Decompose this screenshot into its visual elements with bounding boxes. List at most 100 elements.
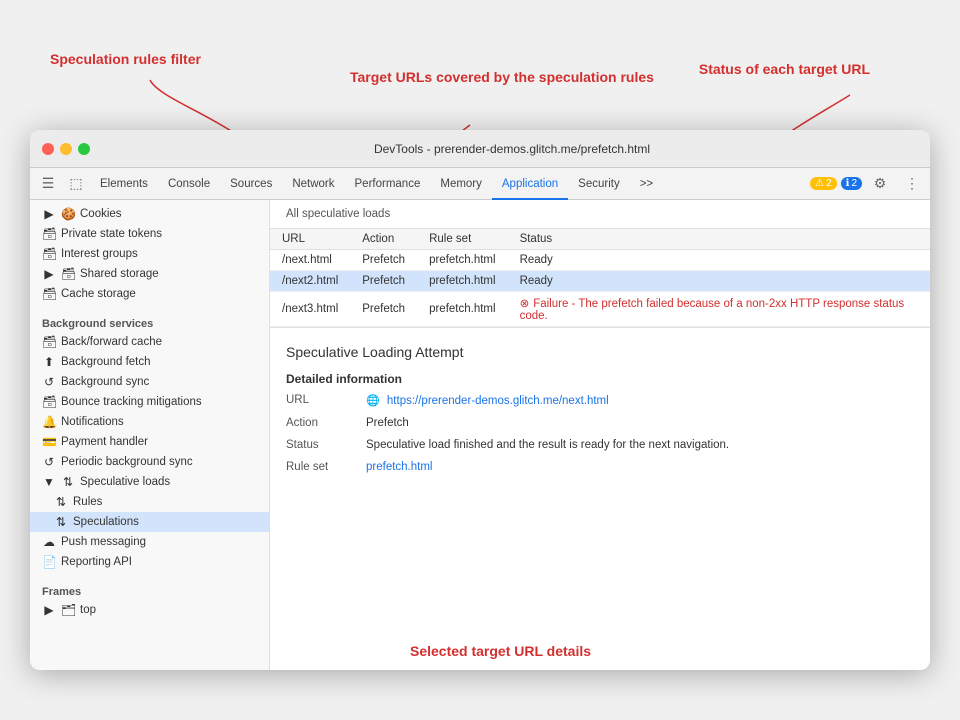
sidebar-cache-storage-label: Cache storage — [61, 288, 136, 300]
sidebar-item-back-forward-cache[interactable]: 🗃 Back/forward cache — [30, 332, 269, 352]
col-status: Status — [508, 229, 930, 250]
detail-title: Speculative Loading Attempt — [286, 344, 914, 360]
speculative-loads-icon: ⇅ — [61, 475, 75, 489]
detail-ruleset-value: prefetch.html — [366, 461, 914, 473]
sidebar-top-frame-label: top — [80, 604, 96, 616]
tab-console[interactable]: Console — [158, 168, 220, 200]
detail-status-value: Speculative load finished and the result… — [366, 439, 914, 451]
speculations-icon: ⇅ — [54, 515, 68, 529]
cell-status: Ready — [508, 250, 930, 271]
cell-status: Ready — [508, 271, 930, 292]
sidebar-item-interest-groups[interactable]: 🗃 Interest groups — [30, 244, 269, 264]
sidebar-item-speculative-loads[interactable]: ▼ ⇅ Speculative loads — [30, 472, 269, 492]
main-panel: All speculative loads URL Action Rule se… — [270, 200, 930, 670]
sidebar-item-payment-handler[interactable]: 💳 Payment handler — [30, 432, 269, 452]
notifications-icon: 🔔 — [42, 415, 56, 429]
sidebar-item-reporting-api[interactable]: 📄 Reporting API — [30, 552, 269, 572]
detail-ruleset-row: Rule set prefetch.html — [286, 461, 914, 473]
sidebar-item-cookies[interactable]: ▶ 🍪 Cookies — [30, 204, 269, 224]
top-frame-icon: 🗂 — [61, 603, 75, 617]
detail-url-label: URL — [286, 394, 366, 406]
storage-section: ▶ 🍪 Cookies 🗃 Private state tokens 🗃 Int… — [30, 200, 269, 308]
sidebar-item-notifications[interactable]: 🔔 Notifications — [30, 412, 269, 432]
sidebar-item-bounce-tracking[interactable]: 🗃 Bounce tracking mitigations — [30, 392, 269, 412]
sidebar-item-top-frame[interactable]: ▶ 🗂 top — [30, 600, 269, 620]
traffic-lights — [42, 143, 90, 155]
table-row[interactable]: /next.htmlPrefetchprefetch.htmlReady — [270, 250, 930, 271]
background-services-section: Background services 🗃 Back/forward cache… — [30, 308, 269, 576]
sidebar-cookies-label: Cookies — [80, 208, 122, 220]
speculative-loads-table: URL Action Rule set Status /next.htmlPre… — [270, 229, 930, 327]
minimize-button[interactable] — [60, 143, 72, 155]
tab-more[interactable]: >> — [630, 168, 663, 200]
sidebar-item-speculations[interactable]: ⇅ Speculations — [30, 512, 269, 532]
globe-icon: 🌐 — [366, 395, 380, 407]
sidebar-interest-groups-label: Interest groups — [61, 248, 138, 260]
sidebar-item-background-sync[interactable]: ↺ Background sync — [30, 372, 269, 392]
tab-security[interactable]: Security — [568, 168, 630, 200]
sidebar-rules-label: Rules — [73, 496, 102, 508]
sidebar: ▶ 🍪 Cookies 🗃 Private state tokens 🗃 Int… — [30, 200, 270, 670]
annotation-status: Status of each target URL — [699, 60, 870, 78]
cell-action: Prefetch — [350, 271, 417, 292]
sidebar-private-state-label: Private state tokens — [61, 228, 162, 240]
table-header-row: URL Action Rule set Status — [270, 229, 930, 250]
interest-groups-icon: 🗃 — [42, 247, 56, 261]
sidebar-item-private-state-tokens[interactable]: 🗃 Private state tokens — [30, 224, 269, 244]
window-title: DevTools - prerender-demos.glitch.me/pre… — [106, 142, 918, 156]
sidebar-item-background-fetch[interactable]: ⬆ Background fetch — [30, 352, 269, 372]
sidebar-shared-storage-label: Shared storage — [80, 268, 159, 280]
settings-icon[interactable]: ⚙ — [866, 170, 894, 198]
browser-window: DevTools - prerender-demos.glitch.me/pre… — [30, 130, 930, 670]
more-options-icon[interactable]: ⋮ — [898, 170, 926, 198]
sidebar-item-shared-storage[interactable]: ▶ 🗃 Shared storage — [30, 264, 269, 284]
sidebar-item-push-messaging[interactable]: ☁ Push messaging — [30, 532, 269, 552]
top-frame-expand-icon: ▶ — [42, 603, 56, 617]
annotation-speculation-rules: Speculation rules filter — [50, 50, 201, 68]
tab-network[interactable]: Network — [282, 168, 344, 200]
tab-elements[interactable]: Elements — [90, 168, 158, 200]
tab-performance[interactable]: Performance — [345, 168, 431, 200]
col-action: Action — [350, 229, 417, 250]
sidebar-item-rules[interactable]: ⇅ Rules — [30, 492, 269, 512]
shared-storage-icon: 🗃 — [61, 267, 75, 281]
detail-ruleset-label: Rule set — [286, 461, 366, 473]
detail-ruleset-link[interactable]: prefetch.html — [366, 461, 432, 473]
background-fetch-icon: ⬆ — [42, 355, 56, 369]
shared-storage-expand-icon: ▶ — [42, 267, 56, 281]
sidebar-bounce-tracking-label: Bounce tracking mitigations — [61, 396, 202, 408]
col-url: URL — [270, 229, 350, 250]
outer-wrapper: Speculation rules filter Target URLs cov… — [30, 50, 930, 670]
payment-handler-icon: 💳 — [42, 435, 56, 449]
speculative-loads-expand-icon: ▼ — [42, 475, 56, 489]
bounce-tracking-icon: 🗃 — [42, 395, 56, 409]
cell-ruleset: prefetch.html — [417, 292, 507, 327]
cell-action: Prefetch — [350, 292, 417, 327]
maximize-button[interactable] — [78, 143, 90, 155]
sidebar-item-periodic-background-sync[interactable]: ↺ Periodic background sync — [30, 452, 269, 472]
info-badge: ℹ 2 — [841, 177, 862, 190]
cell-ruleset: prefetch.html — [417, 271, 507, 292]
cell-status: ⊗Failure - The prefetch failed because o… — [508, 292, 930, 327]
detail-action-label: Action — [286, 417, 366, 429]
devtools-inspect-icon[interactable]: ⬚ — [62, 170, 90, 198]
tab-memory[interactable]: Memory — [430, 168, 492, 200]
tab-sources[interactable]: Sources — [220, 168, 282, 200]
push-messaging-icon: ☁ — [42, 535, 56, 549]
arrow-right-icon: ▶ — [42, 207, 56, 221]
table-row[interactable]: /next2.htmlPrefetchprefetch.htmlReady — [270, 271, 930, 292]
frames-header: Frames — [30, 580, 269, 600]
detail-action-value: Prefetch — [366, 417, 914, 429]
table-row[interactable]: /next3.htmlPrefetchprefetch.html⊗Failure… — [270, 292, 930, 327]
detail-url-link[interactable]: https://prerender-demos.glitch.me/next.h… — [387, 395, 609, 407]
detail-url-value: 🌐 https://prerender-demos.glitch.me/next… — [366, 394, 914, 407]
devtools-menu-icon[interactable]: ☰ — [34, 170, 62, 198]
detail-panel: Speculative Loading Attempt Detailed inf… — [270, 327, 930, 499]
detail-action-row: Action Prefetch — [286, 417, 914, 429]
tab-application[interactable]: Application — [492, 168, 568, 200]
sidebar-periodic-sync-label: Periodic background sync — [61, 456, 193, 468]
devtools-body: ▶ 🍪 Cookies 🗃 Private state tokens 🗃 Int… — [30, 200, 930, 670]
background-sync-icon: ↺ — [42, 375, 56, 389]
close-button[interactable] — [42, 143, 54, 155]
sidebar-item-cache-storage[interactable]: 🗃 Cache storage — [30, 284, 269, 304]
